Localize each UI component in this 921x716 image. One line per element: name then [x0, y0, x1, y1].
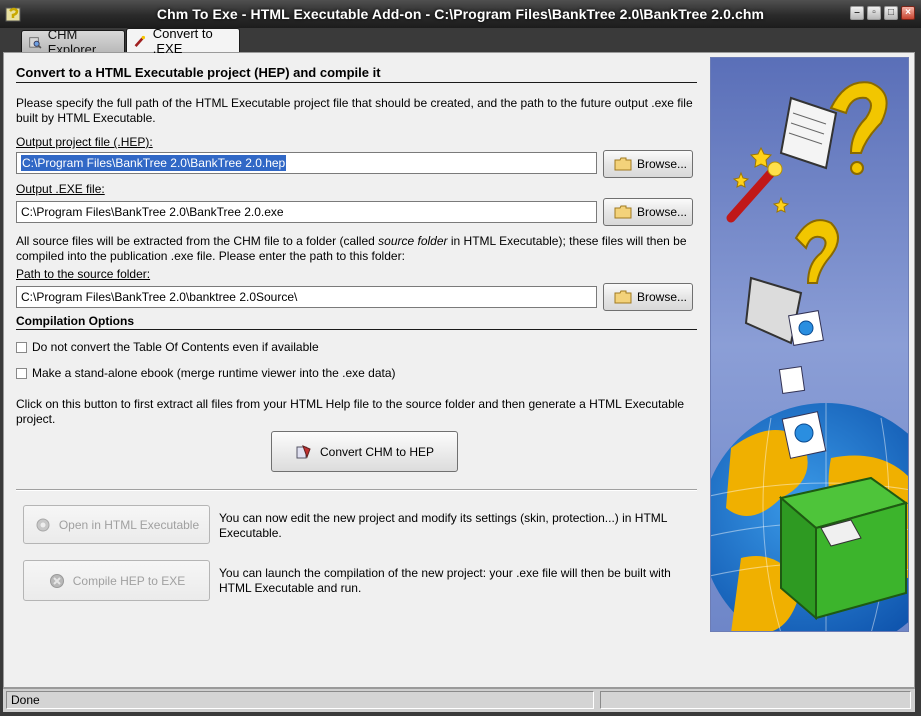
intro-line-2: built by HTML Executable. [16, 111, 156, 125]
window-title: Chm To Exe - HTML Executable Add-on - C:… [156, 6, 765, 22]
source-text-line-2: compiled into the publication .exe file.… [16, 249, 405, 263]
browse-hep-label: Browse... [637, 157, 688, 171]
folder-icon [614, 290, 632, 304]
close-button[interactable]: × [901, 6, 915, 20]
hep-path-value: C:\Program Files\BankTree 2.0\BankTree 2… [21, 155, 287, 171]
tab-strip: CHM Explorer Convert to .EXE [0, 26, 921, 57]
tab-convert-label: Convert to .EXE [152, 25, 213, 56]
convert-text-line-2: project. [16, 412, 56, 426]
checkbox-unchecked[interactable] [16, 341, 27, 353]
app-icon[interactable] [5, 5, 23, 23]
browse-exe-label: Browse... [637, 205, 688, 219]
options-heading: Compilation Options [16, 314, 134, 328]
checkbox-unchecked[interactable] [16, 367, 27, 379]
option-standalone-label: Make a stand-alone ebook (merge runtime … [32, 366, 396, 380]
browse-exe-button[interactable]: Browse... [603, 198, 693, 226]
chm-explorer-icon [29, 36, 42, 49]
convert-chm-to-hep-button[interactable]: Convert CHM to HEP [271, 431, 458, 472]
open-in-html-executable-button[interactable]: Open in HTML Executable [23, 505, 210, 544]
compile-icon [49, 573, 64, 588]
help-to-exe-illustration [711, 58, 908, 631]
option-standalone-checkbox[interactable]: Make a stand-alone ebook (merge runtime … [16, 366, 396, 380]
maximize-button[interactable]: □ [884, 6, 898, 20]
folder-icon [614, 157, 632, 171]
browse-source-button[interactable]: Browse... [603, 283, 693, 311]
convert-icon [296, 444, 311, 458]
browse-hep-button[interactable]: Browse... [603, 150, 693, 178]
compile-button-label: Compile HEP to EXE [72, 573, 186, 588]
minimize-button[interactable]: – [850, 6, 864, 20]
compile-description: You can launch the compilation of the ne… [219, 566, 699, 596]
exe-path-input[interactable]: C:\Program Files\BankTree 2.0\BankTree 2… [16, 201, 597, 223]
convert-button-label: Convert CHM to HEP [319, 444, 435, 459]
heading-divider [16, 82, 697, 83]
section-heading: Convert to a HTML Executable project (HE… [16, 65, 381, 80]
magic-wand-icon [134, 35, 146, 47]
title-bar: Chm To Exe - HTML Executable Add-on - C:… [0, 0, 921, 28]
gear-icon [36, 518, 50, 531]
actions-divider [16, 489, 697, 490]
convert-instructions: Click on this button to first extract al… [16, 397, 706, 427]
hep-path-input[interactable]: C:\Program Files\BankTree 2.0\BankTree 2… [16, 152, 597, 174]
status-pane-secondary [600, 691, 911, 709]
convert-form: Convert to a HTML Executable project (HE… [4, 53, 706, 687]
source-text-line-1: All source files will be extracted from … [16, 234, 687, 248]
convert-text-line-1: Click on this button to first extract al… [16, 397, 685, 411]
open-desc-line-1: You can now edit the new project and mod… [219, 511, 668, 525]
status-bar: Done [3, 688, 915, 712]
compile-hep-to-exe-button[interactable]: Compile HEP to EXE [23, 560, 210, 601]
exe-path-value: C:\Program Files\BankTree 2.0\BankTree 2… [21, 205, 284, 219]
intro-line-1: Please specify the full path of the HTML… [16, 96, 693, 110]
source-folder-text: All source files will be extracted from … [16, 234, 706, 264]
exe-label: Output .EXE file: [16, 182, 105, 196]
open-description: You can now edit the new project and mod… [219, 511, 699, 541]
compile-desc-line-2: HTML Executable and run. [219, 581, 362, 595]
compile-desc-line-1: You can launch the compilation of the ne… [219, 566, 671, 580]
browse-source-label: Browse... [637, 290, 688, 304]
status-text: Done [6, 691, 594, 709]
restore-button[interactable]: ▫ [867, 6, 881, 20]
option-no-toc-label: Do not convert the Table Of Contents eve… [32, 340, 319, 354]
tab-chm-explorer[interactable]: CHM Explorer [21, 27, 125, 57]
source-folder-label: Path to the source folder: [16, 267, 151, 281]
main-panel: Convert to a HTML Executable project (HE… [3, 52, 915, 688]
source-folder-input[interactable]: C:\Program Files\BankTree 2.0\banktree 2… [16, 286, 597, 308]
option-no-toc-checkbox[interactable]: Do not convert the Table Of Contents eve… [16, 340, 319, 354]
tab-convert-to-exe[interactable]: Convert to .EXE [126, 26, 240, 56]
side-illustration [710, 57, 909, 632]
hep-label: Output project file (.HEP): [16, 135, 153, 149]
intro-text: Please specify the full path of the HTML… [16, 96, 706, 126]
folder-icon [614, 205, 632, 219]
open-button-label: Open in HTML Executable [58, 517, 200, 532]
source-folder-value: C:\Program Files\BankTree 2.0\banktree 2… [21, 290, 298, 304]
options-divider [16, 329, 697, 330]
open-desc-line-2: Executable. [219, 526, 282, 540]
